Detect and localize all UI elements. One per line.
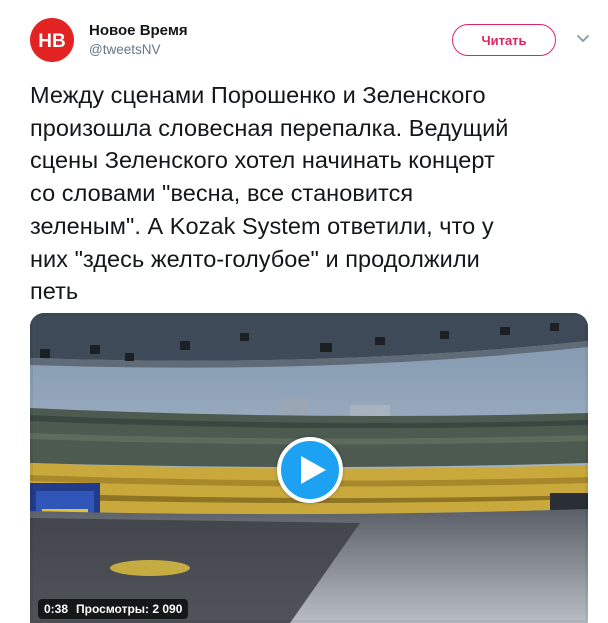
account-names: Новое Время @tweetsNV — [89, 21, 188, 59]
chevron-down-icon[interactable] — [574, 30, 592, 48]
video-player[interactable]: 0:38 Просмотры: 2 090 — [30, 313, 588, 623]
follow-button[interactable]: Читать — [452, 24, 556, 56]
tweet-header: НВ Новое Время @tweetsNV Читать — [30, 18, 598, 62]
play-button[interactable] — [277, 437, 343, 503]
video-views: Просмотры: 2 090 — [76, 602, 183, 616]
play-icon — [301, 456, 326, 484]
video-duration: 0:38 — [44, 602, 69, 616]
video-meta-badge: 0:38 Просмотры: 2 090 — [38, 599, 189, 619]
display-name[interactable]: Новое Время — [89, 21, 188, 41]
tweet-text: Между сценами Порошенко и Зеленского про… — [30, 82, 509, 305]
account-handle[interactable]: @tweetsNV — [89, 41, 188, 59]
avatar[interactable]: НВ — [30, 18, 74, 62]
nv-logo-icon: НВ — [30, 18, 74, 62]
svg-text:НВ: НВ — [38, 31, 65, 52]
